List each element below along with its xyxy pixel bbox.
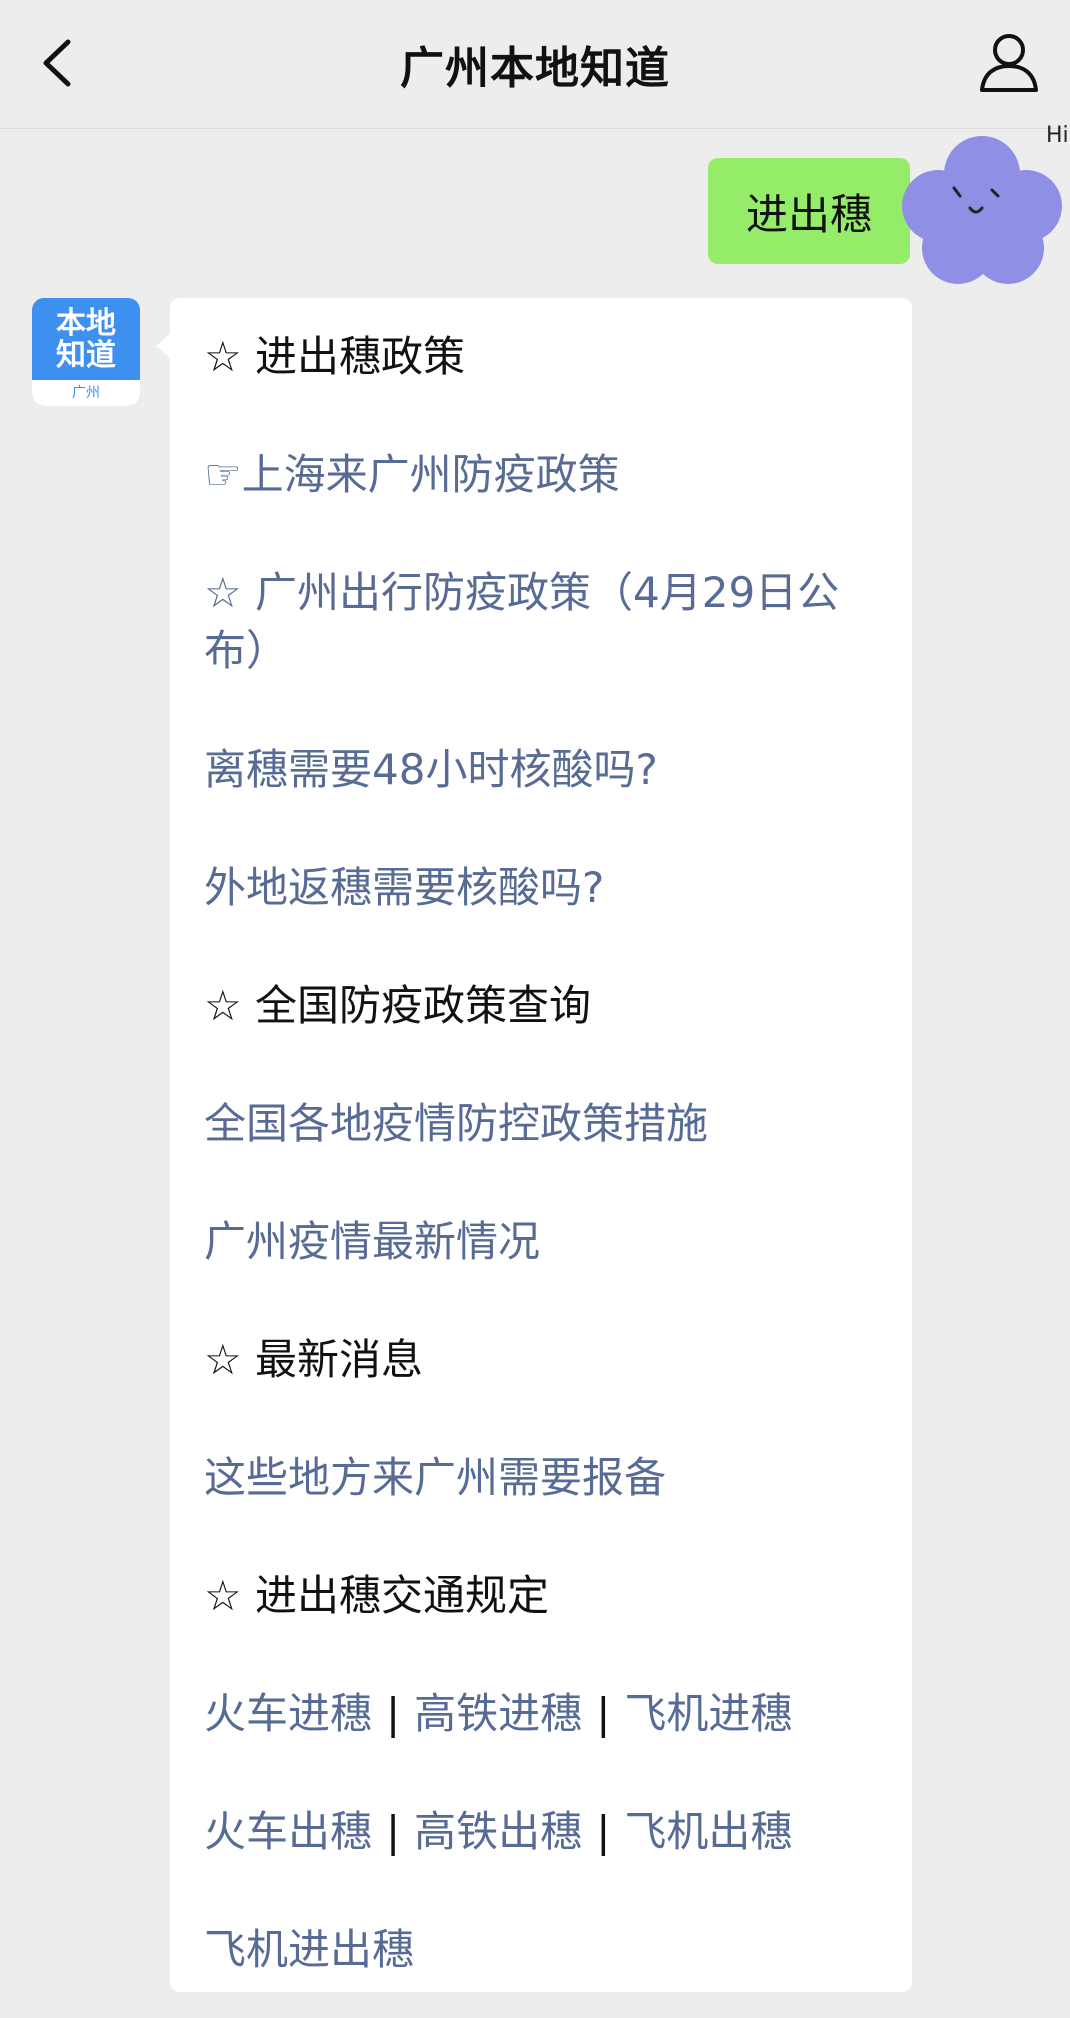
transport-in-row: 火车进穗 | 高铁进穗 | 飞机进穗 bbox=[204, 1685, 894, 1743]
separator: | bbox=[386, 1689, 401, 1738]
bot-avatar[interactable]: 本地知道 广州 bbox=[32, 298, 140, 406]
separator: | bbox=[596, 1807, 611, 1856]
separator: | bbox=[596, 1689, 611, 1738]
section-heading: ☆ 全国防疫政策查询 bbox=[204, 981, 592, 1030]
link-national-measures[interactable]: 全国各地疫情防控政策措施 bbox=[204, 1095, 894, 1153]
link-train-out[interactable]: 火车出穗 bbox=[204, 1807, 372, 1856]
navigation-bar: 广州本地知道 bbox=[0, 0, 1070, 129]
section-heading: ☆ 进出穗政策 bbox=[204, 332, 466, 381]
link-guangzhou-latest[interactable]: 广州疫情最新情况 bbox=[204, 1213, 894, 1271]
outgoing-message-bubble[interactable]: 进出穗 bbox=[708, 158, 922, 264]
link-highspeed-in[interactable]: 高铁进穗 bbox=[414, 1689, 582, 1738]
flower-face-sticker[interactable]: Hi bbox=[896, 112, 1070, 292]
link-leave-48h-test[interactable]: 离穗需要48小时核酸吗? bbox=[204, 741, 894, 799]
separator: | bbox=[386, 1807, 401, 1856]
link-shanghai-policy[interactable]: ☞上海来广州防疫政策 bbox=[204, 446, 894, 504]
section-heading: ☆ 进出穗交通规定 bbox=[204, 1571, 550, 1620]
link-highspeed-out[interactable]: 高铁出穗 bbox=[414, 1807, 582, 1856]
link-return-test[interactable]: 外地返穗需要核酸吗? bbox=[204, 859, 894, 917]
section-heading: ☆ 最新消息 bbox=[204, 1335, 424, 1384]
page-title: 广州本地知道 bbox=[400, 43, 670, 94]
transport-out-row: 火车出穗 | 高铁出穗 | 飞机出穗 bbox=[204, 1803, 894, 1861]
bot-avatar-logo: 本地知道 bbox=[56, 306, 116, 373]
link-guangzhou-travel-policy[interactable]: ☆ 广州出行防疫政策（4月29日公布） bbox=[204, 564, 894, 680]
link-report-requirement[interactable]: 这些地方来广州需要报备 bbox=[204, 1449, 894, 1507]
incoming-message-bubble: ☆ 进出穗政策 ☞上海来广州防疫政策 ☆ 广州出行防疫政策（4月29日公布） 离… bbox=[156, 298, 912, 1992]
link-plane-in[interactable]: 飞机进穗 bbox=[624, 1689, 792, 1738]
sticker-text: Hi bbox=[1046, 123, 1069, 148]
link-train-in[interactable]: 火车进穗 bbox=[204, 1689, 372, 1738]
link-plane-out[interactable]: 飞机出穗 bbox=[624, 1807, 792, 1856]
link-plane-in-out[interactable]: 飞机进出穗 bbox=[204, 1921, 894, 1979]
bot-avatar-city: 广州 bbox=[32, 380, 140, 406]
user-icon[interactable] bbox=[978, 30, 1040, 96]
outgoing-message-text: 进出穗 bbox=[745, 189, 872, 239]
